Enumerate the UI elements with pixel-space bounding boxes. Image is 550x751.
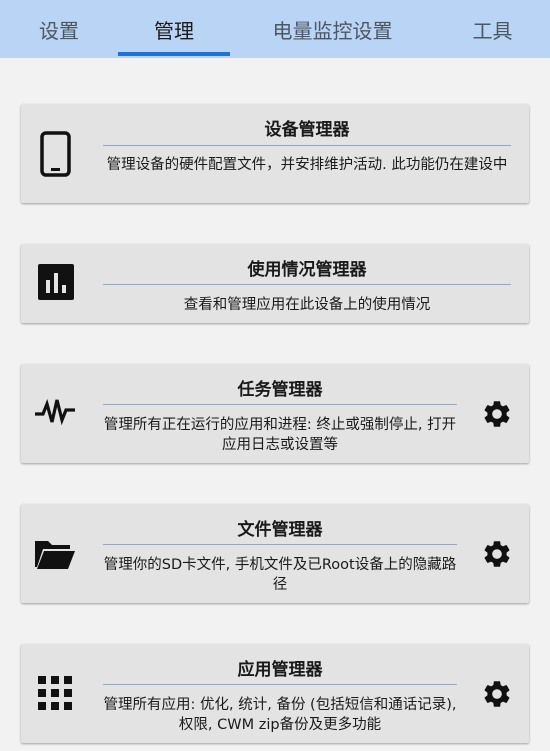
tab-tools[interactable]: 工具 xyxy=(435,0,550,58)
file-manager-divider xyxy=(103,544,457,545)
app-manager-title: 应用管理器 xyxy=(237,660,323,680)
apps-grid-icon xyxy=(38,676,72,710)
active-tab-indicator xyxy=(118,52,230,56)
tab-settings[interactable]: 设置 xyxy=(0,0,118,58)
device-manager-card[interactable]: 设备管理器 管理设备的硬件配置文件，并安排维护活动. 此功能仍在建设中 xyxy=(21,104,529,203)
tab-manage[interactable]: 管理 xyxy=(118,0,230,58)
tab-battery-monitor-settings[interactable]: 电量监控设置 xyxy=(230,0,435,58)
app-manager-settings-gear-icon[interactable] xyxy=(481,678,513,710)
device-manager-title: 设备管理器 xyxy=(264,120,350,140)
tab-tools-label: 工具 xyxy=(472,18,513,43)
file-manager-settings-gear-icon[interactable] xyxy=(481,538,513,570)
task-manager-divider xyxy=(103,404,457,405)
bar-chart-icon xyxy=(38,264,74,300)
usage-manager-card[interactable]: 使用情况管理器 查看和管理应用在此设备上的使用情况 xyxy=(21,244,529,323)
phone-icon xyxy=(40,131,71,177)
task-manager-title: 任务管理器 xyxy=(237,380,323,400)
usage-manager-divider xyxy=(103,284,511,285)
file-manager-title: 文件管理器 xyxy=(237,520,323,540)
tab-manage-label: 管理 xyxy=(154,18,194,43)
tab-settings-label: 设置 xyxy=(39,18,79,43)
task-manager-settings-gear-icon[interactable] xyxy=(481,398,513,430)
usage-manager-description: 查看和管理应用在此设备上的使用情况 xyxy=(183,297,431,313)
device-manager-description: 管理设备的硬件配置文件，并安排维护活动. 此功能仍在建设中 xyxy=(106,157,508,173)
folder-open-icon xyxy=(35,541,75,569)
app-manager-divider xyxy=(103,684,457,685)
file-manager-description: 管理你的SD卡文件, 手机文件及已Root设备上的隐藏路径 xyxy=(103,557,457,593)
app-manager-card[interactable]: 应用管理器 管理所有应用: 优化, 统计, 备份 (包括短信和通话记录), 权限… xyxy=(21,644,529,743)
tab-bar: 设置 管理 电量监控设置 工具 xyxy=(0,0,550,58)
task-manager-description: 管理所有正在运行的应用和进程: 终止或强制停止, 打开应用日志或设置等 xyxy=(103,417,457,453)
device-manager-divider xyxy=(103,145,511,146)
activity-icon xyxy=(35,399,75,426)
file-manager-card[interactable]: 文件管理器 管理你的SD卡文件, 手机文件及已Root设备上的隐藏路径 xyxy=(21,504,529,603)
tab-battery-monitor-settings-label: 电量监控设置 xyxy=(272,18,393,43)
usage-manager-title: 使用情况管理器 xyxy=(247,260,367,280)
task-manager-card[interactable]: 任务管理器 管理所有正在运行的应用和进程: 终止或强制停止, 打开应用日志或设置… xyxy=(21,364,529,463)
app-manager-description: 管理所有应用: 优化, 统计, 备份 (包括短信和通话记录), 权限, CWM … xyxy=(103,697,457,733)
